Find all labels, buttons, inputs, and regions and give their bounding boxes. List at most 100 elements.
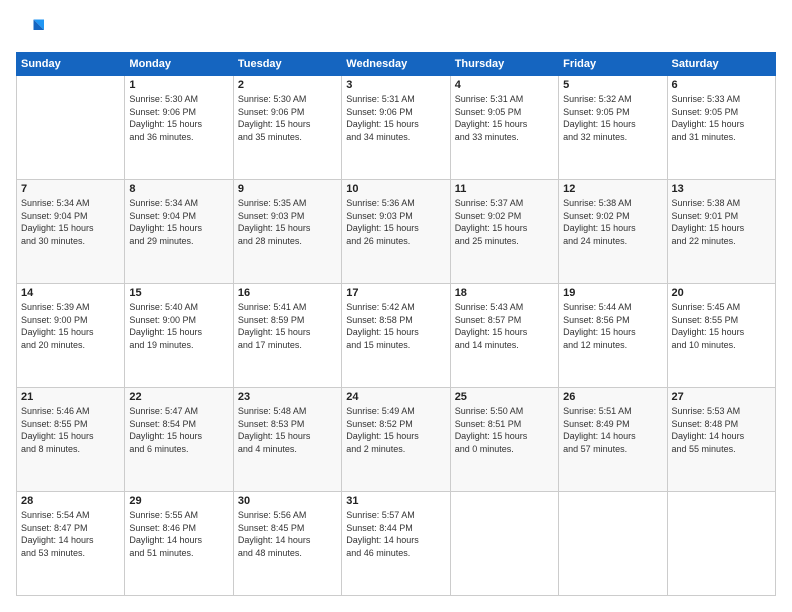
day-number: 7 [21, 183, 120, 195]
day-number: 18 [455, 287, 554, 299]
day-number: 19 [563, 287, 662, 299]
day-number: 8 [129, 183, 228, 195]
day-info: Sunrise: 5:57 AM Sunset: 8:44 PM Dayligh… [346, 509, 445, 559]
day-number: 30 [238, 495, 337, 507]
calendar-cell: 17Sunrise: 5:42 AM Sunset: 8:58 PM Dayli… [342, 284, 450, 388]
day-number: 14 [21, 287, 120, 299]
calendar-cell: 26 Sunrise: 5:51 AM Sunset: 8:49 PM Dayli… [559, 388, 667, 492]
day-number: 12 [563, 183, 662, 195]
logo [16, 16, 48, 44]
calendar-cell: 21 Sunrise: 5:46 AM Sunset: 8:55 PM Dayli… [17, 388, 125, 492]
day-info: Sunrise: 5:53 AM Sunset: 8:48 PM Dayligh… [672, 405, 771, 455]
calendar-cell [559, 492, 667, 596]
day-info: Sunrise: 5:44 AM Sunset: 8:56 PM Dayligh… [563, 301, 662, 351]
calendar-cell [667, 492, 775, 596]
day-info: Sunrise: 5:54 AM Sunset: 8:47 PM Dayligh… [21, 509, 120, 559]
day-info: Sunrise: 5:35 AM Sunset: 9:03 PM Dayligh… [238, 197, 337, 247]
day-number: 5 [563, 79, 662, 91]
calendar-day-header: Sunday [17, 53, 125, 76]
calendar-day-header: Saturday [667, 53, 775, 76]
calendar-cell: 6Sunrise: 5:33 AM Sunset: 9:05 PM Daylig… [667, 76, 775, 180]
calendar-cell: 30 Sunrise: 5:56 AM Sunset: 8:45 PM Dayli… [233, 492, 341, 596]
day-info: Sunrise: 5:37 AM Sunset: 9:02 PM Dayligh… [455, 197, 554, 247]
day-info: Sunrise: 5:51 AM Sunset: 8:49 PM Dayligh… [563, 405, 662, 455]
day-number: 25 [455, 391, 554, 403]
calendar-cell: 24 Sunrise: 5:49 AM Sunset: 8:52 PM Dayli… [342, 388, 450, 492]
calendar-day-header: Friday [559, 53, 667, 76]
day-info: Sunrise: 5:30 AM Sunset: 9:06 PM Dayligh… [238, 93, 337, 143]
calendar-cell: 4 Sunrise: 5:31 AM Sunset: 9:05 PM Daylig… [450, 76, 558, 180]
calendar-cell: 27 Sunrise: 5:53 AM Sunset: 8:48 PM Dayli… [667, 388, 775, 492]
day-info: Sunrise: 5:33 AM Sunset: 9:05 PM Dayligh… [672, 93, 771, 143]
calendar-header-row: SundayMondayTuesdayWednesdayThursdayFrid… [17, 53, 776, 76]
page: SundayMondayTuesdayWednesdayThursdayFrid… [0, 0, 792, 612]
calendar-day-header: Thursday [450, 53, 558, 76]
calendar-cell: 13 Sunrise: 5:38 AM Sunset: 9:01 PM Dayli… [667, 180, 775, 284]
day-number: 2 [238, 79, 337, 91]
day-info: Sunrise: 5:38 AM Sunset: 9:01 PM Dayligh… [672, 197, 771, 247]
day-number: 1 [129, 79, 228, 91]
day-number: 20 [672, 287, 771, 299]
day-number: 23 [238, 391, 337, 403]
day-info: Sunrise: 5:31 AM Sunset: 9:05 PM Dayligh… [455, 93, 554, 143]
day-info: Sunrise: 5:49 AM Sunset: 8:52 PM Dayligh… [346, 405, 445, 455]
calendar-cell: 2 Sunrise: 5:30 AM Sunset: 9:06 PM Daylig… [233, 76, 341, 180]
header [16, 16, 776, 44]
calendar-cell: 31Sunrise: 5:57 AM Sunset: 8:44 PM Dayli… [342, 492, 450, 596]
day-info: Sunrise: 5:39 AM Sunset: 9:00 PM Dayligh… [21, 301, 120, 351]
day-number: 27 [672, 391, 771, 403]
day-number: 22 [129, 391, 228, 403]
day-number: 16 [238, 287, 337, 299]
day-number: 10 [346, 183, 445, 195]
calendar-week-row: 1 Sunrise: 5:30 AM Sunset: 9:06 PM Daylig… [17, 76, 776, 180]
day-number: 24 [346, 391, 445, 403]
day-info: Sunrise: 5:41 AM Sunset: 8:59 PM Dayligh… [238, 301, 337, 351]
calendar-cell: 14 Sunrise: 5:39 AM Sunset: 9:00 PM Dayli… [17, 284, 125, 388]
calendar-cell: 25Sunrise: 5:50 AM Sunset: 8:51 PM Dayli… [450, 388, 558, 492]
calendar-cell: 16 Sunrise: 5:41 AM Sunset: 8:59 PM Dayli… [233, 284, 341, 388]
day-info: Sunrise: 5:56 AM Sunset: 8:45 PM Dayligh… [238, 509, 337, 559]
day-number: 3 [346, 79, 445, 91]
calendar-cell: 10Sunrise: 5:36 AM Sunset: 9:03 PM Dayli… [342, 180, 450, 284]
calendar-cell: 23 Sunrise: 5:48 AM Sunset: 8:53 PM Dayli… [233, 388, 341, 492]
day-number: 4 [455, 79, 554, 91]
day-info: Sunrise: 5:47 AM Sunset: 8:54 PM Dayligh… [129, 405, 228, 455]
day-info: Sunrise: 5:32 AM Sunset: 9:05 PM Dayligh… [563, 93, 662, 143]
calendar-week-row: 7 Sunrise: 5:34 AM Sunset: 9:04 PM Daylig… [17, 180, 776, 284]
calendar-cell [17, 76, 125, 180]
day-info: Sunrise: 5:34 AM Sunset: 9:04 PM Dayligh… [21, 197, 120, 247]
day-number: 29 [129, 495, 228, 507]
day-info: Sunrise: 5:31 AM Sunset: 9:06 PM Dayligh… [346, 93, 445, 143]
calendar-week-row: 14 Sunrise: 5:39 AM Sunset: 9:00 PM Dayli… [17, 284, 776, 388]
day-number: 11 [455, 183, 554, 195]
calendar-cell: 8 Sunrise: 5:34 AM Sunset: 9:04 PM Daylig… [125, 180, 233, 284]
day-info: Sunrise: 5:48 AM Sunset: 8:53 PM Dayligh… [238, 405, 337, 455]
calendar-day-header: Wednesday [342, 53, 450, 76]
day-number: 13 [672, 183, 771, 195]
day-number: 9 [238, 183, 337, 195]
day-number: 26 [563, 391, 662, 403]
calendar-cell [450, 492, 558, 596]
calendar-cell: 18 Sunrise: 5:43 AM Sunset: 8:57 PM Dayli… [450, 284, 558, 388]
day-number: 28 [21, 495, 120, 507]
day-number: 21 [21, 391, 120, 403]
day-info: Sunrise: 5:38 AM Sunset: 9:02 PM Dayligh… [563, 197, 662, 247]
calendar-cell: 29 Sunrise: 5:55 AM Sunset: 8:46 PM Dayli… [125, 492, 233, 596]
calendar-cell: 15Sunrise: 5:40 AM Sunset: 9:00 PM Dayli… [125, 284, 233, 388]
calendar-cell: 19 Sunrise: 5:44 AM Sunset: 8:56 PM Dayli… [559, 284, 667, 388]
calendar-cell: 20 Sunrise: 5:45 AM Sunset: 8:55 PM Dayli… [667, 284, 775, 388]
calendar-cell: 22 Sunrise: 5:47 AM Sunset: 8:54 PM Dayli… [125, 388, 233, 492]
day-info: Sunrise: 5:34 AM Sunset: 9:04 PM Dayligh… [129, 197, 228, 247]
calendar-table: SundayMondayTuesdayWednesdayThursdayFrid… [16, 52, 776, 596]
day-info: Sunrise: 5:45 AM Sunset: 8:55 PM Dayligh… [672, 301, 771, 351]
day-info: Sunrise: 5:43 AM Sunset: 8:57 PM Dayligh… [455, 301, 554, 351]
day-info: Sunrise: 5:55 AM Sunset: 8:46 PM Dayligh… [129, 509, 228, 559]
calendar-cell: 9 Sunrise: 5:35 AM Sunset: 9:03 PM Daylig… [233, 180, 341, 284]
day-info: Sunrise: 5:30 AM Sunset: 9:06 PM Dayligh… [129, 93, 228, 143]
logo-icon [16, 16, 44, 44]
calendar-day-header: Monday [125, 53, 233, 76]
day-info: Sunrise: 5:46 AM Sunset: 8:55 PM Dayligh… [21, 405, 120, 455]
calendar-week-row: 28 Sunrise: 5:54 AM Sunset: 8:47 PM Dayli… [17, 492, 776, 596]
calendar-cell: 1 Sunrise: 5:30 AM Sunset: 9:06 PM Daylig… [125, 76, 233, 180]
day-number: 15 [129, 287, 228, 299]
